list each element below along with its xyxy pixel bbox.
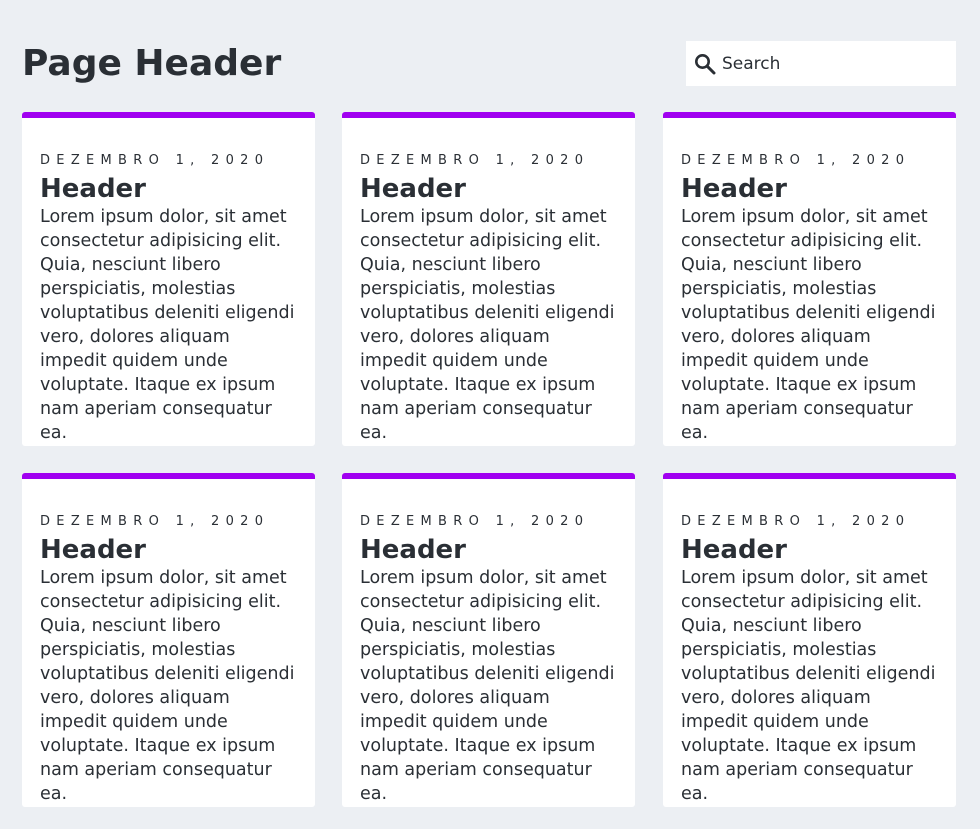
search-icon bbox=[694, 53, 716, 75]
card-date: DEZEMBRO 1, 2020 bbox=[360, 514, 590, 529]
card-title: Header bbox=[40, 174, 147, 204]
card-body: Lorem ipsum dolor, sit amet consectetur … bbox=[40, 207, 295, 443]
card-body: Lorem ipsum dolor, sit amet consectetur … bbox=[40, 568, 295, 804]
card-body: Lorem ipsum dolor, sit amet consectetur … bbox=[360, 207, 615, 443]
card-4[interactable]: DEZEMBRO 1, 2020 Header Lorem ipsum dolo… bbox=[22, 473, 315, 807]
search-input[interactable] bbox=[722, 53, 942, 74]
card-body: Lorem ipsum dolor, sit amet consectetur … bbox=[360, 568, 615, 804]
page-title: Page Header bbox=[22, 43, 282, 84]
card-date: DEZEMBRO 1, 2020 bbox=[681, 514, 911, 529]
card-date: DEZEMBRO 1, 2020 bbox=[40, 514, 270, 529]
card-5[interactable]: DEZEMBRO 1, 2020 Header Lorem ipsum dolo… bbox=[342, 473, 635, 807]
card-6[interactable]: DEZEMBRO 1, 2020 Header Lorem ipsum dolo… bbox=[663, 473, 956, 807]
card-date: DEZEMBRO 1, 2020 bbox=[40, 153, 270, 168]
card-title: Header bbox=[360, 174, 467, 204]
card-2[interactable]: DEZEMBRO 1, 2020 Header Lorem ipsum dolo… bbox=[342, 112, 635, 446]
card-1[interactable]: DEZEMBRO 1, 2020 Header Lorem ipsum dolo… bbox=[22, 112, 315, 446]
card-title: Header bbox=[681, 174, 788, 204]
card-title: Header bbox=[40, 535, 147, 565]
search-box[interactable] bbox=[686, 41, 956, 86]
card-date: DEZEMBRO 1, 2020 bbox=[681, 153, 911, 168]
card-title: Header bbox=[681, 535, 788, 565]
card-date: DEZEMBRO 1, 2020 bbox=[360, 153, 590, 168]
card-body: Lorem ipsum dolor, sit amet consectetur … bbox=[681, 207, 936, 443]
card-3[interactable]: DEZEMBRO 1, 2020 Header Lorem ipsum dolo… bbox=[663, 112, 956, 446]
card-body: Lorem ipsum dolor, sit amet consectetur … bbox=[681, 568, 936, 804]
card-title: Header bbox=[360, 535, 467, 565]
